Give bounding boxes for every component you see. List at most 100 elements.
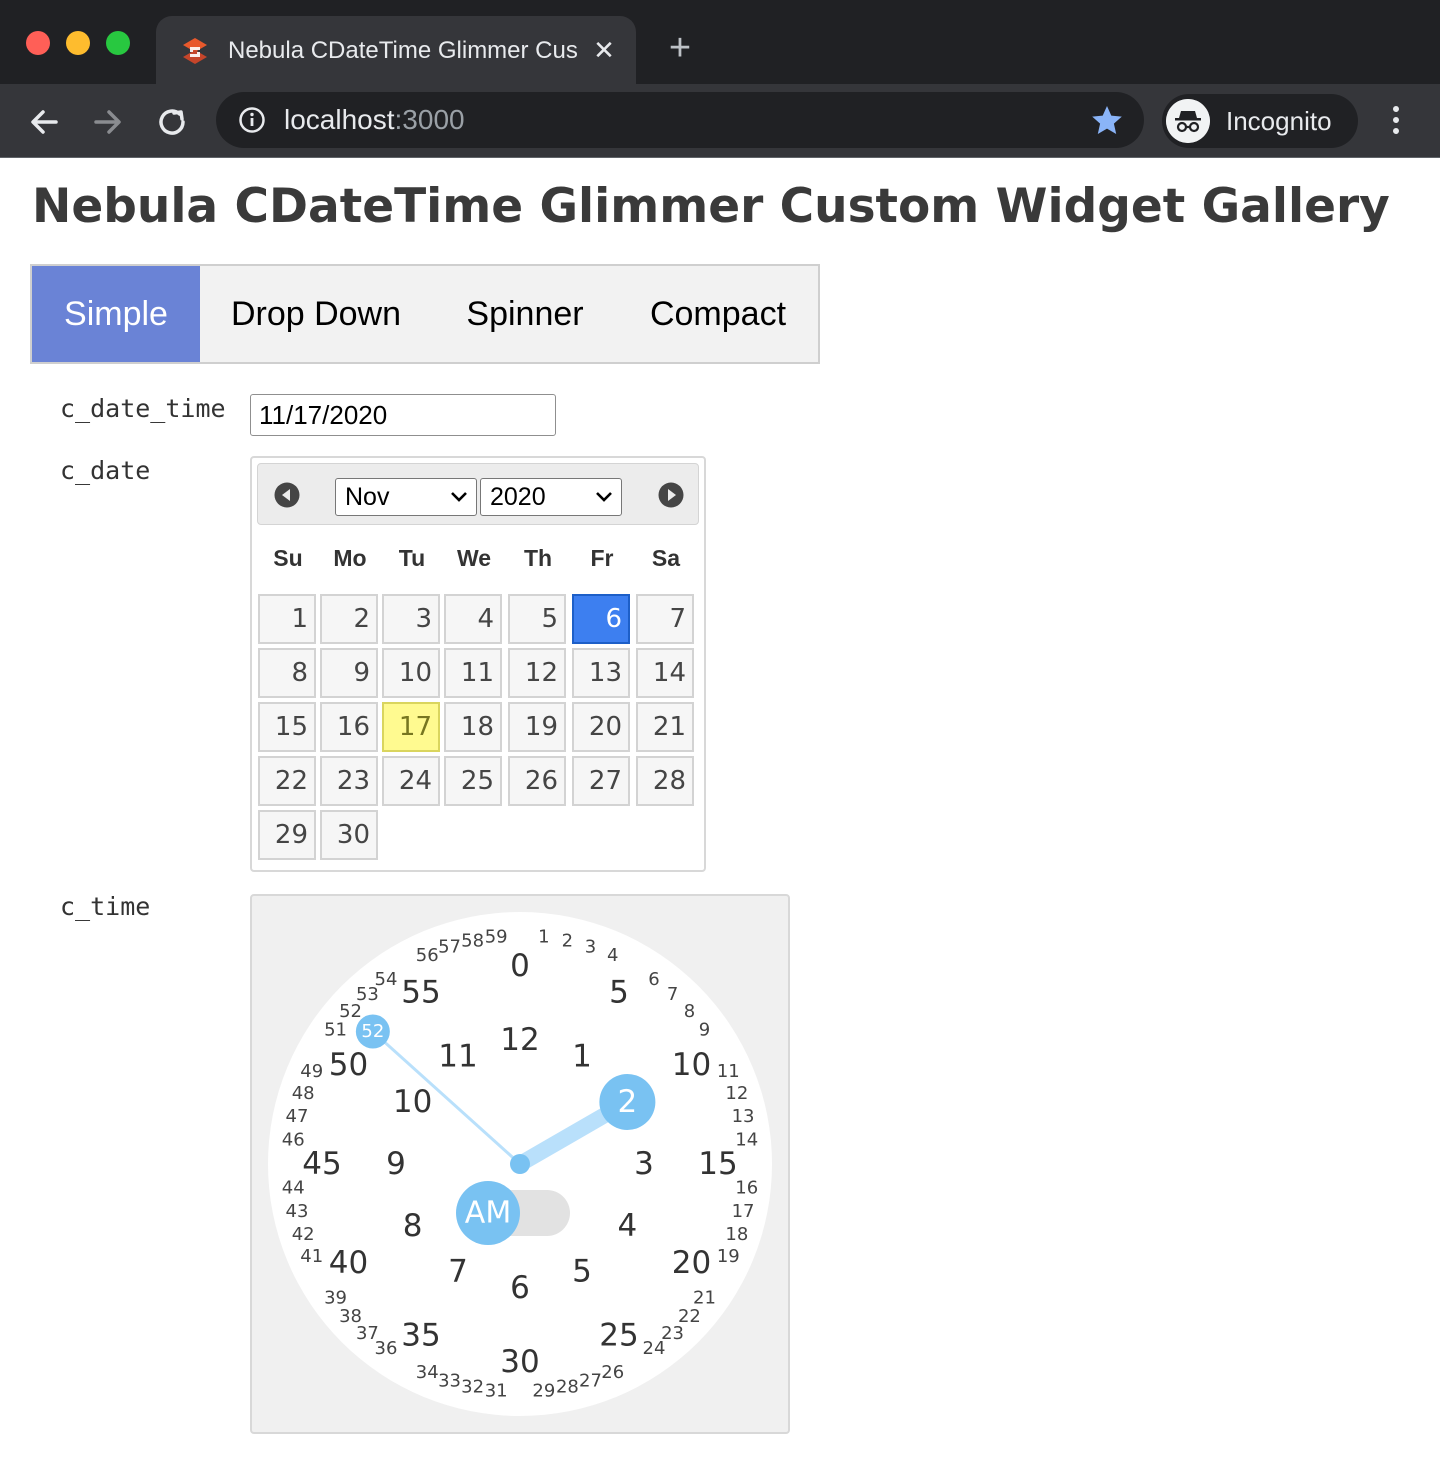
day-cell[interactable]: 4 — [444, 594, 502, 644]
day-cell[interactable]: 16 — [320, 702, 378, 752]
minute-label: 59 — [485, 927, 508, 948]
minute-label: 18 — [725, 1224, 748, 1245]
reload-icon[interactable] — [152, 102, 192, 142]
incognito-profile-button[interactable]: Incognito — [1162, 94, 1358, 148]
minute-major-label: 20 — [672, 1245, 711, 1281]
weekday-label: We — [456, 545, 492, 571]
hour-label: 5 — [572, 1253, 592, 1289]
bookmark-star-icon[interactable] — [1090, 104, 1124, 138]
minute-label: 41 — [300, 1246, 323, 1267]
minute-label: 54 — [375, 969, 398, 990]
minute-label: 47 — [286, 1106, 309, 1127]
minute-label: 9 — [699, 1019, 710, 1040]
tab-close-icon[interactable]: ✕ — [592, 36, 616, 64]
day-cell[interactable]: 1 — [258, 594, 316, 644]
day-cell[interactable]: 10 — [382, 648, 440, 698]
minute-label: 32 — [461, 1377, 484, 1398]
minute-major-label: 55 — [401, 975, 440, 1011]
hour-label: 12 — [500, 1022, 539, 1058]
minute-major-label: 45 — [302, 1146, 341, 1182]
day-cell[interactable]: 25 — [444, 756, 502, 806]
weekday-label: Mo — [333, 545, 367, 571]
svelte-favicon-icon — [183, 38, 207, 64]
minute-label: 27 — [579, 1370, 602, 1391]
minute-major-label: 30 — [500, 1344, 539, 1380]
forward-arrow-icon[interactable] — [88, 102, 128, 142]
c-date-time-input[interactable] — [250, 394, 556, 436]
c-time-label: c_time — [60, 892, 151, 921]
tab-drop-down[interactable]: Drop Down — [200, 266, 432, 362]
day-cell[interactable]: 5 — [508, 594, 566, 644]
next-month-icon[interactable] — [658, 482, 684, 508]
minute-major-label: 15 — [698, 1146, 737, 1182]
browser-tab-strip: Nebula CDateTime Glimmer Custom Widget G… — [0, 0, 1440, 84]
day-cell[interactable]: 23 — [320, 756, 378, 806]
day-cell-selected[interactable]: 6 — [572, 594, 630, 644]
page-title: Nebula CDateTime Glimmer Custom Widget G… — [32, 179, 1390, 234]
minute-major-label: 10 — [672, 1047, 711, 1083]
more-menu-icon[interactable] — [1384, 102, 1408, 138]
year-select[interactable]: 2020 — [480, 478, 622, 516]
url-host: localhost — [284, 104, 395, 135]
day-cell[interactable]: 20 — [572, 702, 630, 752]
browser-tab[interactable]: Nebula CDateTime Glimmer Custom Widget G… — [156, 16, 636, 84]
day-cell[interactable]: 30 — [320, 810, 378, 860]
day-cell[interactable]: 28 — [636, 756, 694, 806]
month-select[interactable]: Nov — [335, 478, 477, 516]
day-cell[interactable]: 14 — [636, 648, 694, 698]
day-cell[interactable]: 9 — [320, 648, 378, 698]
day-cell[interactable]: 29 — [258, 810, 316, 860]
hour-label: 4 — [618, 1208, 638, 1244]
day-cell[interactable]: 19 — [508, 702, 566, 752]
day-cell-today[interactable]: 17 — [382, 702, 440, 752]
window-minimize-button[interactable] — [66, 31, 90, 55]
minute-label: 31 — [485, 1380, 508, 1401]
tab-spinner[interactable]: Spinner — [432, 266, 618, 362]
day-cell[interactable]: 13 — [572, 648, 630, 698]
day-cell[interactable]: 15 — [258, 702, 316, 752]
widget-tab-bar: Simple Drop Down Spinner Compact — [30, 264, 820, 364]
minute-label: 49 — [300, 1061, 323, 1082]
incognito-icon — [1166, 99, 1210, 143]
tab-simple[interactable]: Simple — [32, 266, 200, 362]
day-cell[interactable]: 12 — [508, 648, 566, 698]
window-zoom-button[interactable] — [106, 31, 130, 55]
new-tab-button[interactable]: + — [664, 29, 696, 67]
site-info-icon[interactable] — [238, 106, 266, 134]
minute-major-label: 50 — [329, 1047, 368, 1083]
minute-label: 34 — [416, 1362, 439, 1383]
minute-label: 4 — [607, 945, 618, 966]
day-cell[interactable]: 21 — [636, 702, 694, 752]
minute-label: 57 — [438, 937, 461, 958]
minute-label: 46 — [282, 1130, 305, 1151]
back-arrow-icon[interactable] — [24, 102, 64, 142]
prev-month-icon[interactable] — [274, 482, 300, 508]
minute-label: 2 — [562, 930, 573, 951]
calendar-header: Nov 2020 — [257, 463, 699, 525]
day-cell[interactable]: 3 — [382, 594, 440, 644]
minute-label: 29 — [532, 1380, 555, 1401]
clock-face[interactable]: 1 2 3 4678911121314161718192122232426272829… — [252, 896, 788, 1432]
day-cell[interactable]: 26 — [508, 756, 566, 806]
day-cell[interactable]: 24 — [382, 756, 440, 806]
tab-compact[interactable]: Compact — [618, 266, 818, 362]
day-cell[interactable]: 7 — [636, 594, 694, 644]
day-cell[interactable]: 22 — [258, 756, 316, 806]
day-cell[interactable]: 11 — [444, 648, 502, 698]
weekday-label: Su — [273, 545, 303, 571]
address-bar[interactable]: localhost:3000 — [216, 92, 1144, 148]
day-cell[interactable]: 8 — [258, 648, 316, 698]
day-cell[interactable]: 27 — [572, 756, 630, 806]
tab-title: Nebula CDateTime Glimmer Custom Widget G… — [228, 37, 578, 64]
chevron-down-icon — [596, 492, 612, 502]
day-cell[interactable]: 2 — [320, 594, 378, 644]
url-text[interactable]: localhost:3000 — [284, 104, 465, 136]
minute-label: 16 — [735, 1177, 758, 1198]
day-cell[interactable]: 18 — [444, 702, 502, 752]
minute-label: 8 — [684, 1001, 695, 1022]
window-close-button[interactable] — [26, 31, 50, 55]
minute-label: 11 — [717, 1061, 740, 1082]
minute-label: 14 — [735, 1130, 758, 1151]
selected-hour-label: 2 — [618, 1084, 638, 1120]
clock-center — [510, 1154, 530, 1174]
